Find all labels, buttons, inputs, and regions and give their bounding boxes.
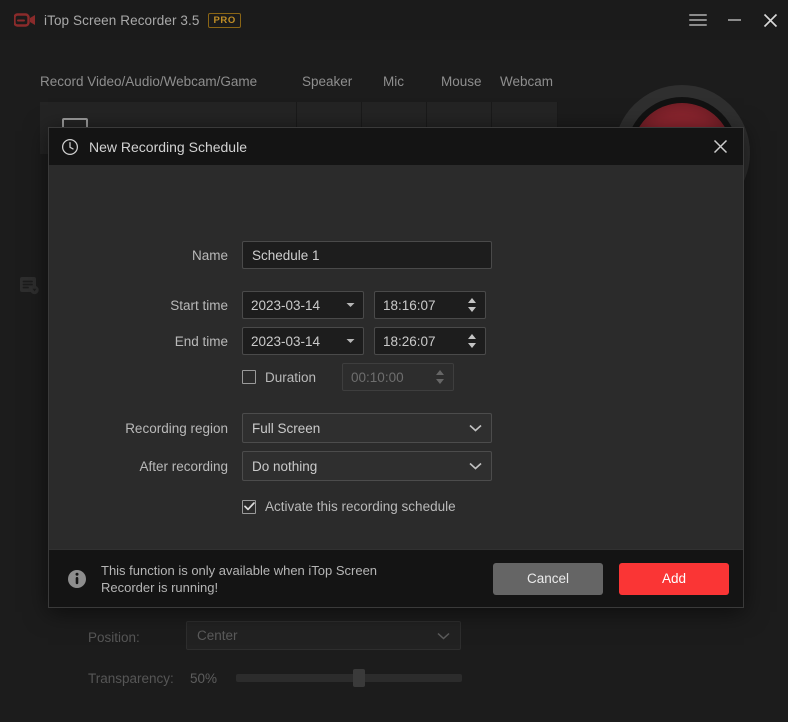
position-select[interactable]: Center (186, 621, 461, 650)
close-icon (713, 139, 727, 154)
close-icon (763, 13, 777, 27)
field-row-end-time: End time 2023-03-14 18:26:07 (87, 327, 486, 355)
after-recording-label: After recording (139, 458, 228, 474)
start-time-spinner[interactable]: 18:16:07 (374, 291, 486, 319)
add-button[interactable]: Add (619, 562, 729, 595)
field-row-name: Name Schedule 1 (87, 241, 492, 269)
cancel-button[interactable]: Cancel (493, 562, 603, 595)
chevron-down-icon (346, 339, 355, 343)
end-time-value: 18:26:07 (383, 333, 436, 349)
dialog-header: New Recording Schedule (49, 128, 743, 165)
label-mic: Mic (383, 74, 404, 89)
name-label: Name (191, 247, 228, 263)
name-input-value: Schedule 1 (252, 247, 320, 263)
cancel-button-label: Cancel (526, 571, 570, 586)
app-title: iTop Screen Recorder 3.5 (44, 12, 200, 28)
start-time-label: Start time (170, 297, 228, 313)
end-time-label: End time (174, 333, 228, 349)
spinner-arrows-icon[interactable] (435, 369, 445, 385)
label-record-mode: Record Video/Audio/Webcam/Game (40, 74, 258, 89)
add-button-label: Add (661, 571, 687, 586)
duration-label: Duration (265, 369, 317, 385)
video-camera-icon (14, 13, 35, 27)
label-speaker: Speaker (302, 74, 353, 89)
clock-icon (61, 138, 79, 155)
new-recording-schedule-dialog: New Recording Schedule Name Schedule 1 S… (48, 127, 744, 608)
label-mouse: Mouse (441, 74, 482, 89)
chevron-down-icon (346, 303, 355, 307)
pro-badge: PRO (208, 12, 241, 28)
after-recording-select[interactable]: Do nothing (242, 451, 492, 481)
spinner-arrows-icon[interactable] (467, 333, 477, 349)
schedule-list-icon[interactable] (18, 274, 42, 298)
hamburger-menu-icon (689, 14, 707, 26)
transparency-slider[interactable] (236, 669, 462, 687)
field-row-start-time: Start time 2023-03-14 18:16:07 (87, 291, 486, 319)
label-webcam: Webcam (500, 74, 554, 89)
recording-region-select[interactable]: Full Screen (242, 413, 492, 443)
name-input[interactable]: Schedule 1 (242, 241, 492, 269)
minimize-button[interactable] (716, 0, 752, 40)
recording-region-label: Recording region (125, 420, 228, 436)
transparency-label: Transparency: (88, 671, 174, 686)
app-window: iTop Screen Recorder 3.5 PRO Record Vide… (0, 0, 788, 722)
transparency-slider-handle[interactable] (353, 669, 365, 687)
checkmark-icon (243, 502, 255, 511)
field-row-activate: Activate this recording schedule (87, 499, 456, 514)
dialog-title: New Recording Schedule (89, 138, 247, 155)
dialog-footer: This function is only available when iTo… (49, 549, 743, 607)
end-time-spinner[interactable]: 18:26:07 (374, 327, 486, 355)
recording-region-value: Full Screen (252, 420, 321, 436)
bottom-settings: Position: Center Transparency: 50% (0, 620, 788, 722)
end-date-value: 2023-03-14 (251, 333, 321, 349)
chevron-down-icon (437, 632, 450, 640)
position-label: Position: (88, 630, 140, 645)
position-select-value: Center (197, 628, 238, 643)
duration-value: 00:10:00 (351, 369, 404, 385)
minimize-icon (727, 19, 741, 21)
chevron-down-icon (469, 424, 482, 432)
start-date-dropdown[interactable]: 2023-03-14 (242, 291, 364, 319)
field-row-recording-region: Recording region Full Screen (87, 413, 492, 443)
transparency-value: 50% (190, 671, 218, 686)
field-row-duration: Duration 00:10:00 (87, 363, 455, 391)
after-recording-value: Do nothing (252, 458, 318, 474)
info-icon (68, 569, 86, 588)
start-date-value: 2023-03-14 (251, 297, 321, 313)
footer-message: This function is only available when iTo… (101, 562, 378, 595)
field-row-after-recording: After recording Do nothing (87, 451, 492, 481)
window-controls (680, 0, 788, 40)
start-time-value: 18:16:07 (383, 297, 436, 313)
menu-button[interactable] (680, 0, 716, 40)
close-button[interactable] (752, 0, 788, 40)
title-bar: iTop Screen Recorder 3.5 PRO (0, 0, 788, 40)
spinner-arrows-icon[interactable] (467, 297, 477, 313)
chevron-down-icon (469, 462, 482, 470)
duration-checkbox[interactable] (242, 370, 256, 384)
dialog-body: Name Schedule 1 Start time 2023-03-14 18… (49, 165, 743, 549)
activate-checkbox[interactable] (242, 499, 256, 514)
duration-spinner[interactable]: 00:10:00 (342, 363, 455, 391)
end-date-dropdown[interactable]: 2023-03-14 (242, 327, 364, 355)
activate-label: Activate this recording schedule (265, 499, 456, 514)
dialog-close-button[interactable] (707, 134, 733, 160)
dialog-actions: Cancel Add (493, 562, 729, 595)
